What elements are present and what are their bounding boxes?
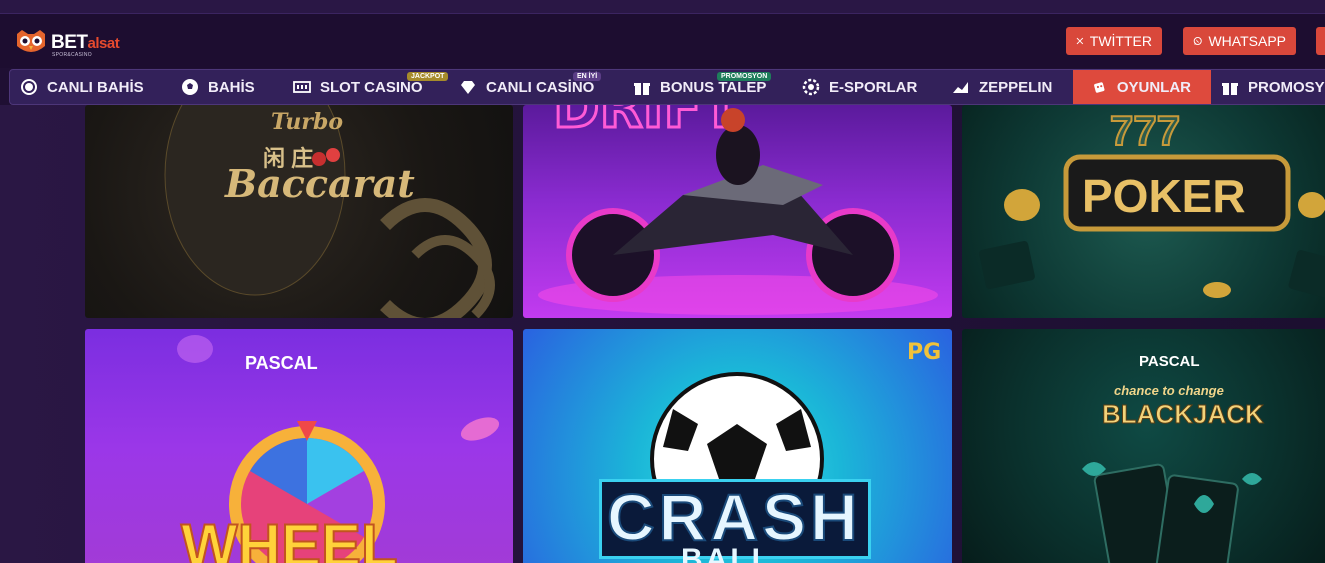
provider-brand: PASCAL [245, 353, 318, 373]
game-subtitle: BALL [681, 543, 773, 563]
whatsapp-icon [1193, 36, 1202, 46]
esports-icon [802, 78, 820, 96]
whatsapp-label: WHATSAPP [1208, 33, 1286, 49]
nav-item-canli-bahis[interactable]: CANLI BAHİS [10, 70, 171, 104]
logo-accent-text: alsat [87, 34, 120, 52]
main-nav: CANLI BAHİS BAHİS SLOT CASINO JACKPOT CA… [9, 69, 1325, 105]
whatsapp-button[interactable]: WHATSAPP [1183, 27, 1296, 55]
game-tile-crash-ball[interactable]: PG CRASH BALL [523, 329, 952, 563]
x-twitter-icon [1076, 37, 1084, 45]
diamond-icon [461, 81, 475, 94]
logo-main-text: BET [51, 31, 88, 53]
game-subtitle: 777 [1109, 106, 1181, 155]
game-title: POKER [1082, 170, 1246, 222]
jackpot-badge: JACKPOT [407, 72, 449, 81]
game-tile-wheel[interactable]: PASCAL WHEEL [85, 329, 513, 563]
dice-icon [1094, 82, 1105, 93]
en-iyi-badge: EN İYİ [573, 72, 602, 81]
nav-item-slot-casino[interactable]: SLOT CASINO JACKPOT [283, 70, 449, 104]
provider-brand: PASCAL [1139, 353, 1200, 370]
game-subtitle: Turbo [271, 109, 343, 135]
chart-up-icon [953, 82, 968, 93]
extra-social-button[interactable] [1316, 27, 1325, 55]
nav-label: OYUNLAR [1116, 78, 1191, 96]
live-icon [21, 79, 37, 95]
logo-sub-text: SPOR&CASINO [52, 52, 92, 58]
nav-item-oyunlar[interactable]: OYUNLAR [1073, 70, 1211, 104]
top-strip [0, 0, 1325, 14]
game-tile-turbo-baccarat[interactable]: Turbo 闲 庄 Baccarat [85, 105, 513, 318]
nav-item-promosyonlar[interactable]: PROMOSY [1211, 70, 1325, 104]
owl-logo-icon [17, 30, 45, 52]
baccarat-artwork [164, 105, 495, 318]
nav-label: ZEPPELIN [979, 78, 1053, 96]
nav-item-bahis[interactable]: BAHİS [171, 70, 283, 104]
nav-label: CANLI CASİNO [486, 78, 595, 96]
promosyon-badge: PROMOSYON [717, 72, 772, 81]
site-header: BETalsat SPOR&CASINO TWİTTER WHATSAPP [0, 14, 1325, 68]
nav-item-bonus-talep[interactable]: BONUS TALEP PROMOSYON [623, 70, 792, 104]
game-tagline: chance to change [1114, 383, 1224, 398]
gift-icon [634, 83, 650, 95]
twitter-label: TWİTTER [1089, 33, 1152, 49]
nav-label: SLOT CASINO [320, 78, 423, 96]
twitter-button[interactable]: TWİTTER [1066, 27, 1162, 55]
game-title: BLACKJACK [1102, 399, 1265, 430]
nav-label: CANLI BAHİS [47, 78, 144, 96]
nav-label: PROMOSY [1248, 78, 1325, 96]
nav-item-zeppelin[interactable]: ZEPPELIN [942, 70, 1073, 104]
nav-label: E-SPORLAR [829, 78, 918, 96]
slot-icon [293, 81, 311, 93]
nav-item-e-sporlar[interactable]: E-SPORLAR [792, 70, 942, 104]
game-title: Baccarat [225, 161, 415, 206]
svg-text:PG: PG [907, 340, 941, 365]
motorbike-artwork: DRIFT [538, 105, 938, 315]
game-title: WHEEL [180, 511, 399, 563]
games-grid: Turbo 闲 庄 Baccarat DRIFT 777 POKER PASCA… [0, 105, 1325, 563]
game-tile-777-poker[interactable]: 777 POKER [962, 105, 1325, 318]
nav-label: BONUS TALEP [660, 78, 767, 96]
soccer-ball-icon [182, 79, 198, 95]
nav-label: BAHİS [208, 78, 255, 96]
game-tile-blackjack[interactable]: PASCAL chance to change BLACKJACK [962, 329, 1325, 563]
nav-item-canli-casino[interactable]: CANLI CASİNO EN İYİ [449, 70, 623, 104]
svg-text:DRIFT: DRIFT [553, 105, 740, 141]
gift-icon [1222, 83, 1238, 95]
game-tile-drift[interactable]: DRIFT [523, 105, 952, 318]
